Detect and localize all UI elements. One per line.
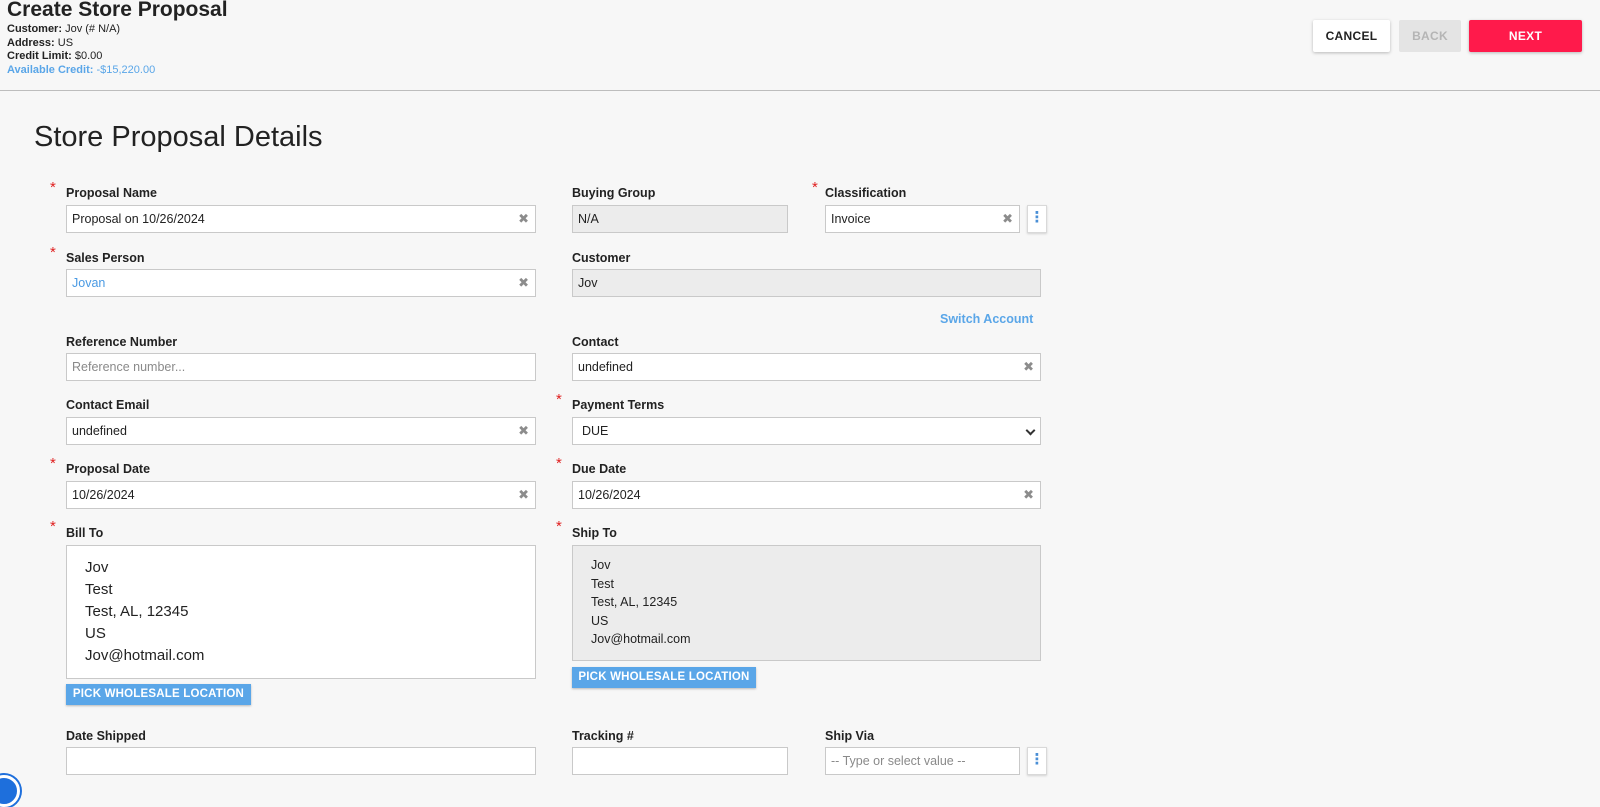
payment-terms-value: DUE bbox=[582, 424, 609, 438]
payment-terms-label: Payment Terms bbox=[572, 398, 665, 412]
proposal-date-input[interactable]: 10/26/2024 ✖ bbox=[66, 481, 536, 509]
required-star: * bbox=[812, 179, 818, 196]
ship-to-line: Jov bbox=[591, 558, 611, 572]
ship-to-line: Test bbox=[591, 576, 614, 591]
ship-via-placeholder: -- Type or select value -- bbox=[831, 754, 966, 768]
bill-to-line: Jov@hotmail.com bbox=[85, 647, 205, 664]
buying-group-value: N/A bbox=[578, 212, 599, 226]
credit-limit-info: Credit Limit: $0.00 bbox=[7, 50, 102, 63]
buying-group-label: Buying Group bbox=[572, 186, 656, 200]
clear-icon[interactable]: ✖ bbox=[518, 206, 529, 232]
switch-account-link[interactable]: Switch Account bbox=[940, 312, 1033, 326]
ship-to-line: Test, AL, 12345 bbox=[591, 595, 678, 609]
payment-terms-select[interactable]: DUE bbox=[572, 417, 1041, 445]
ship-to-line: US bbox=[591, 613, 609, 628]
ship-to-address: Jov Test Test, AL, 12345 US Jov@hotmail.… bbox=[572, 545, 1041, 661]
reference-number-label: Reference Number bbox=[66, 335, 178, 349]
credit-limit-value: $0.00 bbox=[74, 50, 103, 62]
required-star: * bbox=[50, 518, 56, 535]
contact-input[interactable]: undefined ✖ bbox=[572, 353, 1041, 381]
back-button[interactable]: BACK bbox=[1399, 20, 1461, 52]
address-info-label: Address: bbox=[7, 37, 55, 49]
due-date-label: Due Date bbox=[572, 462, 627, 476]
available-credit-info: Available Credit: -$15,220.00 bbox=[7, 64, 155, 77]
sales-person-value[interactable]: Jovan bbox=[72, 270, 105, 296]
customer-info-value: Jov (# N/A) bbox=[65, 23, 121, 35]
proposal-date-label: Proposal Date bbox=[66, 462, 151, 476]
bill-to-line: Test bbox=[85, 581, 113, 598]
date-shipped-label: Date Shipped bbox=[66, 729, 146, 743]
tracking-input[interactable] bbox=[572, 747, 788, 775]
bill-to-pick-wholesale-button[interactable]: PICK WHOLESALE LOCATION bbox=[66, 684, 251, 705]
bill-to-line: US bbox=[85, 625, 106, 642]
credit-limit-label: Credit Limit: bbox=[7, 50, 72, 62]
customer-label: Customer bbox=[572, 251, 631, 265]
customer-input: Jov bbox=[572, 269, 1041, 297]
contact-email-value: undefined bbox=[72, 424, 127, 438]
proposal-name-label: Proposal Name bbox=[66, 186, 158, 200]
clear-icon[interactable]: ✖ bbox=[1002, 206, 1013, 232]
classification-input[interactable]: Invoice ✖ bbox=[825, 205, 1020, 233]
ship-via-input[interactable]: -- Type or select value -- bbox=[825, 747, 1020, 775]
clear-icon[interactable]: ✖ bbox=[1023, 482, 1034, 508]
due-date-value: 10/26/2024 bbox=[578, 488, 641, 502]
clear-icon[interactable]: ✖ bbox=[518, 270, 529, 296]
cancel-button[interactable]: CANCEL bbox=[1313, 20, 1390, 52]
reference-number-placeholder: Reference number... bbox=[72, 360, 186, 374]
required-star: * bbox=[556, 518, 562, 535]
contact-label: Contact bbox=[572, 335, 619, 349]
buying-group-input: N/A bbox=[572, 205, 788, 233]
required-star: * bbox=[556, 455, 562, 472]
ship-to-line: Jov@hotmail.com bbox=[591, 632, 691, 646]
proposal-name-input[interactable]: Proposal on 10/26/2024 ✖ bbox=[66, 205, 536, 233]
required-star: * bbox=[556, 391, 562, 408]
ship-via-options-icon[interactable]: ⋮ bbox=[1027, 747, 1047, 775]
required-star: * bbox=[50, 455, 56, 472]
tracking-label: Tracking # bbox=[572, 729, 634, 743]
required-star: * bbox=[50, 244, 56, 261]
address-info-value: US bbox=[57, 37, 74, 49]
contact-email-label: Contact Email bbox=[66, 398, 150, 412]
bill-to-line: Test, AL, 12345 bbox=[85, 603, 189, 620]
proposal-name-value: Proposal on 10/26/2024 bbox=[72, 212, 205, 226]
customer-value: Jov bbox=[578, 276, 598, 290]
bill-to-line: Jov bbox=[85, 559, 109, 576]
section-title: Store Proposal Details bbox=[34, 121, 323, 153]
clear-icon[interactable]: ✖ bbox=[518, 418, 529, 444]
proposal-date-value: 10/26/2024 bbox=[72, 488, 135, 502]
next-button[interactable]: NEXT bbox=[1469, 20, 1582, 52]
contact-value: undefined bbox=[578, 360, 633, 374]
required-star: * bbox=[50, 179, 56, 196]
clear-icon[interactable]: ✖ bbox=[518, 482, 529, 508]
clear-icon[interactable]: ✖ bbox=[1023, 354, 1034, 380]
page-title: Create Store Proposal bbox=[7, 0, 228, 21]
available-credit-label: Available Credit: bbox=[7, 64, 94, 76]
address-info: Address: US bbox=[7, 37, 73, 50]
sales-person-label: Sales Person bbox=[66, 251, 145, 265]
chevron-down-icon bbox=[1025, 425, 1036, 436]
customer-info-label: Customer: bbox=[7, 23, 63, 35]
classification-options-icon[interactable]: ⋮ bbox=[1027, 205, 1047, 233]
classification-value: Invoice bbox=[831, 212, 871, 226]
due-date-input[interactable]: 10/26/2024 ✖ bbox=[572, 481, 1041, 509]
bill-to-address[interactable]: Jov Test Test, AL, 12345 US Jov@hotmail.… bbox=[66, 545, 536, 679]
ship-via-label: Ship Via bbox=[825, 729, 875, 743]
sales-person-input[interactable]: Jovan ✖ bbox=[66, 269, 536, 297]
contact-email-input[interactable]: undefined ✖ bbox=[66, 417, 536, 445]
bill-to-label: Bill To bbox=[66, 526, 104, 540]
customer-info: Customer: Jov (# N/A) bbox=[7, 23, 120, 36]
ship-to-pick-wholesale-button[interactable]: PICK WHOLESALE LOCATION bbox=[572, 667, 756, 688]
classification-label: Classification bbox=[825, 186, 907, 200]
help-widget-icon[interactable] bbox=[0, 775, 20, 807]
available-credit-value: -$15,220.00 bbox=[96, 64, 156, 76]
date-shipped-input[interactable] bbox=[66, 747, 536, 775]
top-header: Create Store Proposal Customer: Jov (# N… bbox=[0, 0, 1600, 91]
reference-number-input[interactable]: Reference number... bbox=[66, 353, 536, 381]
ship-to-label: Ship To bbox=[572, 526, 617, 540]
